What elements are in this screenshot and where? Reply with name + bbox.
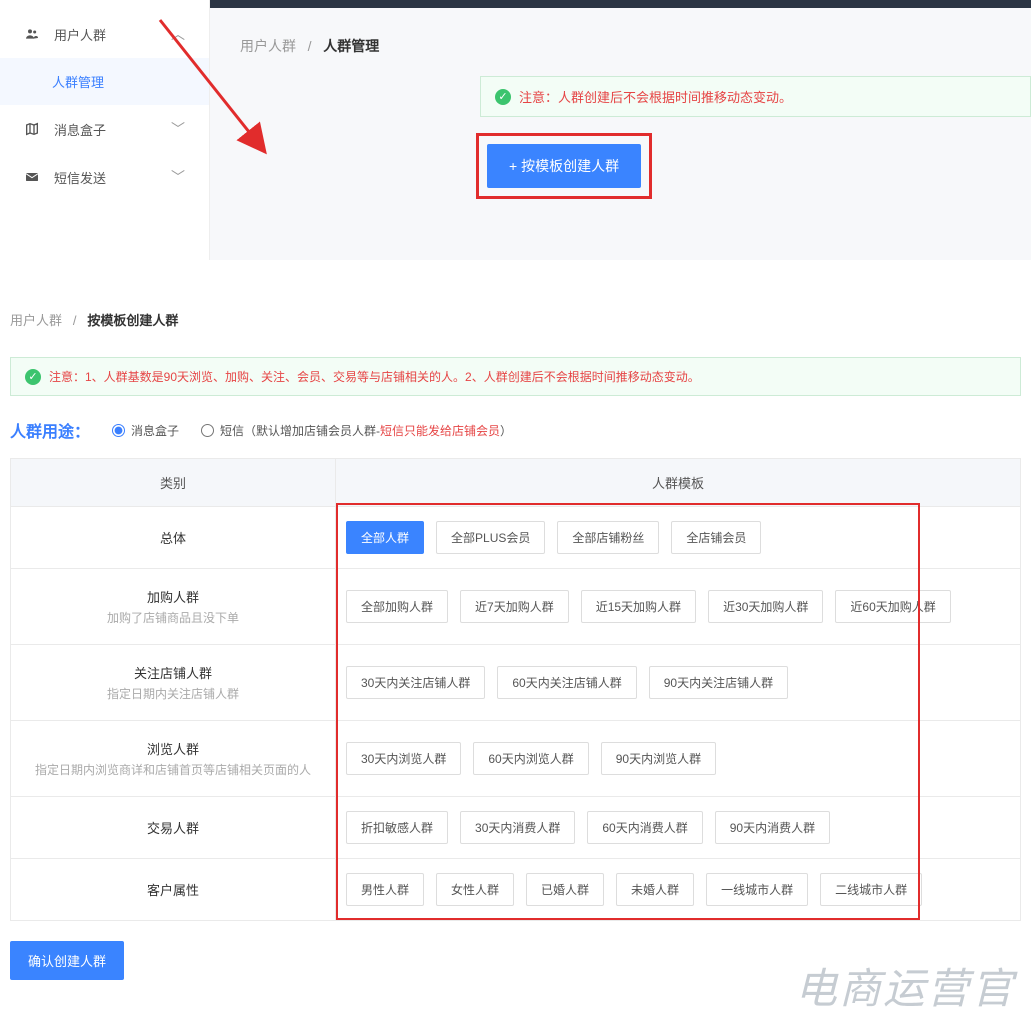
template-tag[interactable]: 近7天加购人群 bbox=[460, 590, 569, 623]
main-panel-1: 用户人群 / 人群管理 ✓ 注意：人群创建后不会根据时间推移动态变动。 + 按模… bbox=[210, 0, 1031, 260]
cell-templates: 全部人群全部PLUS会员全部店铺粉丝全店铺会员 bbox=[336, 507, 1020, 568]
users-icon bbox=[24, 26, 40, 42]
category-subtitle: 指定日期内浏览商详和店铺首页等店铺相关页面的人 bbox=[35, 761, 311, 778]
radio-sms-input[interactable] bbox=[201, 424, 214, 437]
category-subtitle: 加购了店铺商品且没下单 bbox=[107, 609, 239, 626]
confirm-create-button[interactable]: 确认创建人群 bbox=[10, 941, 124, 980]
cell-category: 加购人群加购了店铺商品且没下单 bbox=[11, 569, 336, 644]
sidebar-item-msgbox[interactable]: 消息盒子 ﹀ bbox=[0, 105, 209, 153]
template-tag[interactable]: 全部人群 bbox=[346, 521, 424, 554]
template-tag[interactable]: 全部店铺粉丝 bbox=[557, 521, 659, 554]
cell-category: 交易人群 bbox=[11, 797, 336, 858]
template-tag[interactable]: 一线城市人群 bbox=[706, 873, 808, 906]
sidebar-item-users[interactable]: 用户人群 ︿ bbox=[0, 10, 209, 58]
sidebar-users-label: 用户人群 bbox=[54, 25, 106, 44]
category-title: 加购人群 bbox=[147, 587, 199, 606]
category-title: 交易人群 bbox=[147, 818, 199, 837]
bottom-screenshot: 用户人群 / 按模板创建人群 ✓ 注意：1、人群基数是90天浏览、加购、关注、会… bbox=[0, 300, 1031, 1010]
cell-templates: 全部加购人群近7天加购人群近15天加购人群近30天加购人群近60天加购人群 bbox=[336, 569, 1020, 644]
top-dark-bar bbox=[210, 0, 1031, 8]
template-tag[interactable]: 60天内浏览人群 bbox=[473, 742, 588, 775]
table-row: 总体 全部人群全部PLUS会员全部店铺粉丝全店铺会员 bbox=[11, 507, 1020, 569]
radio-msgbox-input[interactable] bbox=[112, 424, 125, 437]
envelope-icon bbox=[24, 169, 40, 185]
template-tag[interactable]: 二线城市人群 bbox=[820, 873, 922, 906]
top-screenshot: 用户人群 ︿ 人群管理 消息盒子 ﹀ 短信发送 ﹀ 用户人群 / 人群管理 bbox=[0, 0, 1031, 260]
table-row: 交易人群 折扣敏感人群 30天内消费人群 60天内消费人群 90天内消费人群 bbox=[11, 797, 1020, 859]
breadcrumb-1: 用户人群 / 人群管理 bbox=[210, 8, 1031, 76]
table-row: 关注店铺人群指定日期内关注店铺人群 30天内关注店铺人群 60天内关注店铺人群 90天… bbox=[11, 645, 1020, 721]
category-title: 总体 bbox=[160, 528, 186, 547]
cell-category: 总体 bbox=[11, 507, 336, 568]
template-tag[interactable]: 30天内浏览人群 bbox=[346, 742, 461, 775]
cell-templates: 男性人群女性人群已婚人群未婚人群一线城市人群二线城市人群 bbox=[336, 859, 1020, 920]
alert-notice-1: ✓ 注意：人群创建后不会根据时间推移动态变动。 bbox=[480, 76, 1031, 117]
template-tag[interactable]: 全部PLUS会员 bbox=[436, 521, 545, 554]
template-tag[interactable]: 近15天加购人群 bbox=[581, 590, 696, 623]
template-tag[interactable]: 女性人群 bbox=[436, 873, 514, 906]
breadcrumb2-current: 按模板创建人群 bbox=[87, 313, 178, 328]
category-title: 关注店铺人群 bbox=[134, 663, 212, 682]
cell-category: 客户属性 bbox=[11, 859, 336, 920]
template-tag[interactable]: 折扣敏感人群 bbox=[346, 811, 448, 844]
chevron-down-icon: ﹀ bbox=[171, 167, 185, 187]
alert-notice-2: ✓ 注意：1、人群基数是90天浏览、加购、关注、会员、交易等与店铺相关的人。2、… bbox=[10, 357, 1021, 396]
breadcrumb-root[interactable]: 用户人群 bbox=[240, 38, 296, 54]
template-tag[interactable]: 90天内消费人群 bbox=[715, 811, 830, 844]
template-tag[interactable]: 60天内关注店铺人群 bbox=[497, 666, 636, 699]
template-table: 类别 人群模板 总体 全部人群全部PLUS会员全部店铺粉丝全店铺会员加购人群加购了… bbox=[10, 458, 1021, 921]
purpose-row: 人群用途： 消息盒子 短信（默认增加店铺会员人群-短信只能发给店铺会员） bbox=[10, 418, 1021, 442]
sidebar-sms-label: 短信发送 bbox=[54, 168, 106, 187]
table-row: 加购人群加购了店铺商品且没下单全部加购人群近7天加购人群近15天加购人群近30天… bbox=[11, 569, 1020, 645]
chevron-up-icon: ︿ bbox=[171, 24, 185, 44]
purpose-label: 人群用途： bbox=[10, 418, 90, 442]
breadcrumb-2: 用户人群 / 按模板创建人群 bbox=[10, 300, 1021, 343]
cell-templates: 30天内关注店铺人群 60天内关注店铺人群 90天内关注店铺人群 bbox=[336, 645, 1020, 720]
template-tag[interactable]: 全部加购人群 bbox=[346, 590, 448, 623]
template-tag[interactable]: 近60天加购人群 bbox=[835, 590, 950, 623]
check-circle-icon: ✓ bbox=[495, 89, 511, 105]
template-tag[interactable]: 90天内关注店铺人群 bbox=[649, 666, 788, 699]
template-tag[interactable]: 已婚人群 bbox=[526, 873, 604, 906]
template-tag[interactable]: 30天内消费人群 bbox=[460, 811, 575, 844]
breadcrumb2-root[interactable]: 用户人群 bbox=[10, 313, 62, 328]
table-row: 客户属性 男性人群女性人群已婚人群未婚人群一线城市人群二线城市人群 bbox=[11, 859, 1020, 920]
category-title: 浏览人群 bbox=[147, 739, 199, 758]
category-title: 客户属性 bbox=[147, 880, 199, 899]
radio-msgbox[interactable]: 消息盒子 bbox=[112, 422, 179, 439]
template-tag[interactable]: 男性人群 bbox=[346, 873, 424, 906]
highlighted-button-frame: + 按模板创建人群 bbox=[476, 133, 652, 199]
template-tag[interactable]: 未婚人群 bbox=[616, 873, 694, 906]
category-subtitle: 指定日期内关注店铺人群 bbox=[107, 685, 239, 702]
cell-templates: 折扣敏感人群 30天内消费人群 60天内消费人群 90天内消费人群 bbox=[336, 797, 1020, 858]
cell-category: 浏览人群指定日期内浏览商详和店铺首页等店铺相关页面的人 bbox=[11, 721, 336, 796]
chevron-down-icon: ﹀ bbox=[171, 119, 185, 139]
template-tag[interactable]: 全店铺会员 bbox=[671, 521, 761, 554]
template-tag[interactable]: 近30天加购人群 bbox=[708, 590, 823, 623]
check-circle-icon: ✓ bbox=[25, 369, 41, 385]
cell-category: 关注店铺人群指定日期内关注店铺人群 bbox=[11, 645, 336, 720]
table-row: 浏览人群指定日期内浏览商详和店铺首页等店铺相关页面的人 30天内浏览人群 60天内浏… bbox=[11, 721, 1020, 797]
table-header: 类别 人群模板 bbox=[11, 459, 1020, 507]
map-icon bbox=[24, 121, 40, 137]
sidebar-sub-crowd-mgmt[interactable]: 人群管理 bbox=[0, 58, 209, 105]
template-tag[interactable]: 30天内关注店铺人群 bbox=[346, 666, 485, 699]
table-body: 总体 全部人群全部PLUS会员全部店铺粉丝全店铺会员加购人群加购了店铺商品且没下单… bbox=[11, 507, 1020, 920]
sidebar: 用户人群 ︿ 人群管理 消息盒子 ﹀ 短信发送 ﹀ bbox=[0, 0, 210, 260]
template-tag[interactable]: 90天内浏览人群 bbox=[601, 742, 716, 775]
header-category: 类别 bbox=[11, 459, 336, 506]
template-tag[interactable]: 60天内消费人群 bbox=[587, 811, 702, 844]
radio-sms[interactable]: 短信（默认增加店铺会员人群-短信只能发给店铺会员） bbox=[201, 422, 512, 439]
sidebar-msgbox-label: 消息盒子 bbox=[54, 120, 106, 139]
sidebar-item-sms[interactable]: 短信发送 ﹀ bbox=[0, 153, 209, 201]
create-by-template-button[interactable]: + 按模板创建人群 bbox=[487, 144, 641, 188]
cell-templates: 30天内浏览人群 60天内浏览人群 90天内浏览人群 bbox=[336, 721, 1020, 796]
breadcrumb-current: 人群管理 bbox=[323, 38, 379, 54]
header-template: 人群模板 bbox=[336, 459, 1020, 506]
